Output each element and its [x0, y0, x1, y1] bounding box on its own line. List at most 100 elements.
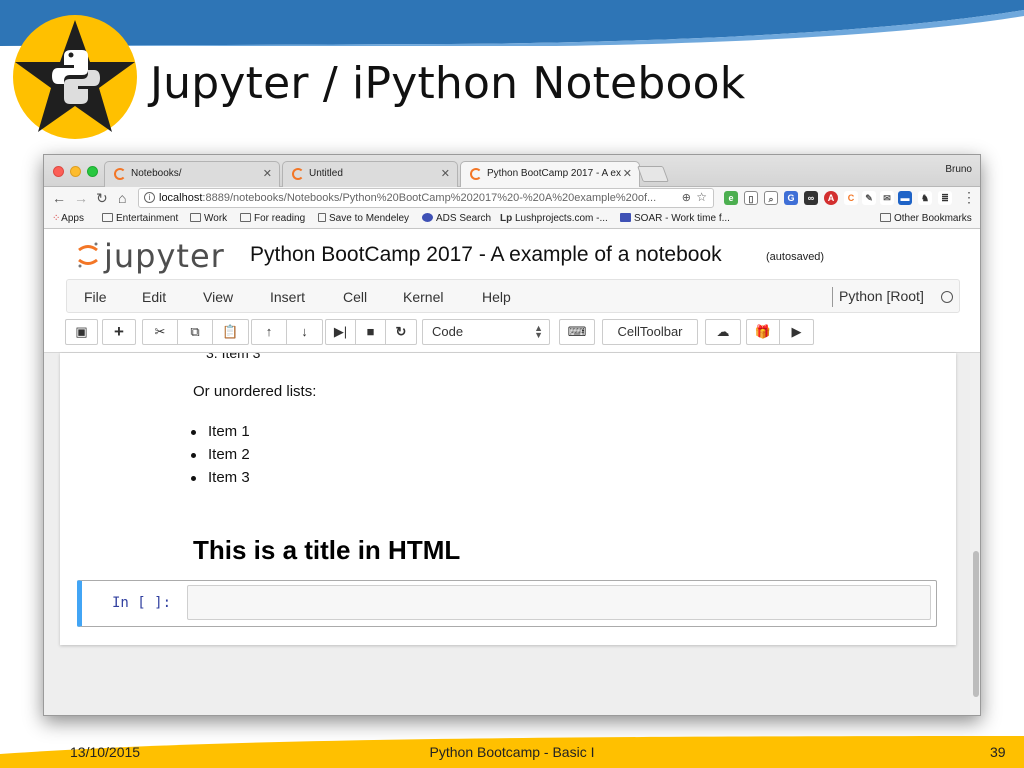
kernel-status-icon [941, 291, 953, 303]
folder-icon [240, 213, 251, 222]
upload-icon: ☁ [716, 324, 730, 339]
zoom-icon[interactable]: ⊕ [682, 191, 691, 204]
menu-view[interactable]: View [203, 289, 233, 305]
forward-icon[interactable]: → [74, 190, 88, 206]
url-input[interactable]: i localhost:8889/notebooks/Notebooks/Pyt… [138, 188, 714, 208]
upload-button[interactable]: ☁ [705, 319, 741, 345]
home-icon[interactable]: ⌂ [118, 190, 126, 206]
bookmark-lushprojects[interactable]: Lp Lushprojects.com -... [500, 213, 608, 224]
url-path: :8889/notebooks/Notebooks/Python%20BootC… [202, 192, 657, 204]
extension-pen-icon[interactable]: ✎ [862, 191, 876, 205]
extra-button-group: 🎁 ▶ [746, 319, 814, 345]
extension-stack-icon[interactable]: ≣ [938, 191, 952, 205]
menu-cell[interactable]: Cell [343, 289, 367, 305]
extension-search-icon[interactable]: ⌕ [764, 191, 778, 205]
menu-insert[interactable]: Insert [270, 289, 305, 305]
tab-notebooks[interactable]: Notebooks/ ✕ [104, 161, 280, 187]
add-cell-icon: + [114, 322, 124, 341]
kernel-indicator[interactable]: Python [Root] [832, 287, 924, 307]
star-icon[interactable]: ☆ [696, 190, 707, 204]
cell-type-select[interactable]: Code ▲ ▼ [422, 319, 550, 345]
scrollbar[interactable] [970, 353, 980, 715]
close-tab-icon[interactable]: ✕ [263, 167, 272, 180]
menu-file[interactable]: File [84, 289, 107, 305]
close-tab-icon[interactable]: ✕ [441, 167, 450, 180]
profile-name[interactable]: Bruno [945, 164, 972, 175]
bookmark-soar[interactable]: SOAR - Work time f... [620, 213, 730, 224]
bookmark-entertainment[interactable]: Entertainment [102, 213, 178, 224]
extension-mail-icon[interactable]: ✉ [880, 191, 894, 205]
move-down-icon[interactable]: ↓ [287, 320, 322, 344]
page-number: 39 [990, 744, 1006, 760]
restart-icon[interactable]: ↻ [386, 320, 416, 344]
reload-icon[interactable]: ↻ [96, 190, 108, 206]
keyboard-icon: ⌨ [567, 324, 587, 339]
bookmark-save-to-mendeley[interactable]: Save to Mendeley [318, 213, 409, 224]
extension-adblock-icon[interactable]: A [824, 191, 838, 205]
save-button[interactable]: ▣ [65, 319, 98, 345]
new-tab-button[interactable] [637, 166, 669, 182]
insert-cell-button[interactable]: + [102, 319, 136, 345]
notebook-page: 3. Item 3 Or unordered lists: Item 1 Ite… [60, 353, 956, 645]
list-item: 3. Item 3 [206, 353, 261, 361]
move-up-icon[interactable]: ↑ [252, 320, 287, 344]
paste-icon[interactable]: 📋 [213, 320, 248, 344]
extension-translate-icon[interactable]: G [784, 191, 798, 205]
list-item: Item 2 [191, 446, 250, 463]
back-icon[interactable]: ← [52, 190, 66, 206]
copy-icon[interactable]: ⧉ [178, 320, 213, 344]
close-tab-icon[interactable]: ✕ [623, 167, 632, 180]
markdown-heading: This is a title in HTML [193, 535, 461, 565]
extension-c-icon[interactable]: C [844, 191, 858, 205]
notebook-title[interactable]: Python BootCamp 2017 - A example of a no… [250, 243, 722, 267]
celltoolbar-button[interactable]: CellToolbar [602, 319, 698, 345]
bookmark-ads-search[interactable]: ADS Search [422, 213, 491, 224]
menu-help[interactable]: Help [482, 289, 511, 305]
extension-evernote-icon[interactable]: e [724, 191, 738, 205]
stop-icon[interactable]: ■ [356, 320, 386, 344]
info-icon[interactable]: i [144, 192, 155, 203]
minimize-window-button[interactable] [70, 166, 81, 177]
browser-window: Notebooks/ ✕ Untitled ✕ Python BootCamp … [43, 154, 981, 716]
maximize-window-button[interactable] [87, 166, 98, 177]
tab-strip: Notebooks/ ✕ Untitled ✕ Python BootCamp … [44, 155, 980, 188]
run-icon[interactable]: ▶| [326, 320, 356, 344]
menu-bar: File Edit View Insert Cell Kernel Help P… [66, 279, 960, 313]
extension-footprint-icon[interactable]: ♞ [918, 191, 932, 205]
cell-type-value: Code [432, 324, 464, 339]
code-input[interactable] [187, 585, 931, 620]
address-bar: ← → ↻ ⌂ i localhost:8889/notebooks/Noteb… [44, 187, 980, 209]
bookmark-apps[interactable]: ⁘ Apps [52, 213, 84, 224]
soar-icon [620, 213, 631, 222]
jupyter-wordmark[interactable]: jupyter [104, 237, 225, 275]
tab-label: Notebooks/ [131, 168, 182, 179]
close-window-button[interactable] [53, 166, 64, 177]
tab-label: Untitled [309, 168, 343, 179]
notebook-area: 3. Item 3 Or unordered lists: Item 1 Ite… [44, 353, 980, 715]
python-star-logo [13, 15, 137, 139]
markdown-paragraph: Or unordered lists: [193, 383, 317, 400]
cut-icon[interactable]: ✂ [143, 320, 178, 344]
jupyter-header: jupyter Python BootCamp 2017 - A example… [44, 229, 980, 353]
top-banner [0, 0, 1024, 46]
menu-icon[interactable]: ⋮ [962, 189, 976, 205]
slide-title: Jupyter / iPython Notebook [150, 58, 746, 109]
menu-kernel[interactable]: Kernel [403, 289, 443, 305]
bookmark-for-reading[interactable]: For reading [240, 213, 305, 224]
extension-blue-icon[interactable]: ▬ [898, 191, 912, 205]
scrollbar-thumb[interactable] [973, 551, 979, 697]
bookmark-other[interactable]: Other Bookmarks [880, 213, 972, 224]
gift-icon[interactable]: 🎁 [747, 320, 780, 344]
footer-title: Python Bootcamp - Basic I [429, 744, 595, 760]
extension-page-icon[interactable]: ▯ [744, 191, 758, 205]
bookmark-work[interactable]: Work [190, 213, 227, 224]
code-cell[interactable]: In [ ]: [77, 580, 937, 627]
extension-glasses-icon[interactable]: ∞ [804, 191, 818, 205]
list-item: Item 1 [191, 423, 250, 440]
menu-edit[interactable]: Edit [142, 289, 166, 305]
ads-icon [422, 213, 433, 222]
command-palette-button[interactable]: ⌨ [559, 319, 595, 345]
tab-python-bootcamp[interactable]: Python BootCamp 2017 - A ex ✕ [460, 161, 640, 188]
present-icon[interactable]: ▶ [780, 320, 813, 344]
tab-untitled[interactable]: Untitled ✕ [282, 161, 458, 187]
